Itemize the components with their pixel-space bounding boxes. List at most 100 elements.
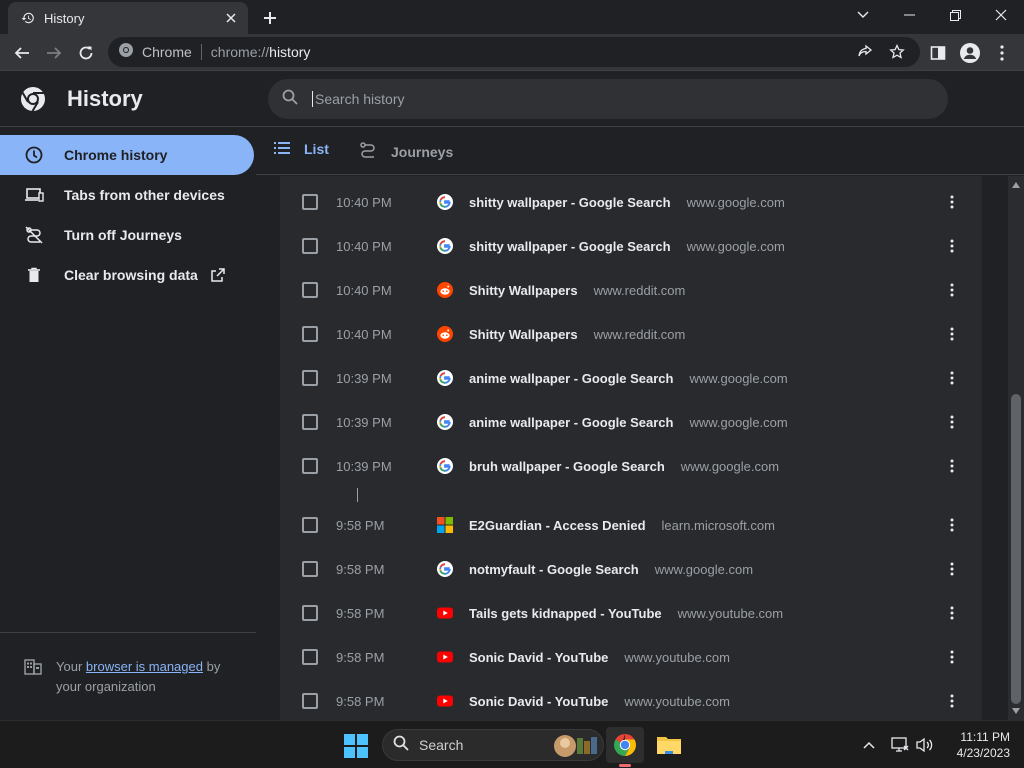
history-entry-link[interactable]: Sonic David - YouTube www.youtube.com <box>469 650 730 665</box>
row-checkbox[interactable] <box>302 282 318 298</box>
tab-search-chevron-icon[interactable] <box>840 0 886 30</box>
history-entry-link[interactable]: Sonic David - YouTube www.youtube.com <box>469 694 730 709</box>
close-tab-icon[interactable] <box>222 9 240 27</box>
row-checkbox[interactable] <box>302 370 318 386</box>
sidebar-item-chrome-history[interactable]: Chrome history <box>0 135 254 175</box>
history-entry-link[interactable]: E2Guardian - Access Denied learn.microsof… <box>469 518 775 533</box>
history-entry-link[interactable]: bruh wallpaper - Google Search www.google… <box>469 459 779 474</box>
new-tab-button[interactable] <box>258 6 282 30</box>
history-row[interactable]: 10:39 PM anime wallpaper - Google Search w… <box>280 400 982 444</box>
history-row[interactable]: 9:58 PM notmyfault - Google Search www.goo… <box>280 547 982 591</box>
row-checkbox[interactable] <box>302 649 318 665</box>
tray-chevron-up-icon[interactable] <box>859 735 879 755</box>
history-row[interactable]: 10:40 PM Shitty Wallpapers www.reddit.com <box>280 312 982 356</box>
entry-domain: www.reddit.com <box>593 326 686 342</box>
row-checkbox[interactable] <box>302 326 318 342</box>
taskbar-chrome-icon[interactable] <box>606 727 644 763</box>
network-icon[interactable] <box>890 735 910 755</box>
entry-domain: www.google.com <box>680 458 780 474</box>
menu-kebab-icon[interactable] <box>988 39 1016 67</box>
history-entry-link[interactable]: shitty wallpaper - Google Search www.goog… <box>469 195 785 210</box>
session-gap-marker <box>357 488 358 502</box>
browser-toolbar: Chrome chrome://history <box>0 34 1024 71</box>
history-entry-link[interactable]: anime wallpaper - Google Search www.googl… <box>469 371 788 386</box>
history-entry-link[interactable]: Shitty Wallpapers www.reddit.com <box>469 283 685 298</box>
browser-tab-history[interactable]: History <box>8 2 248 34</box>
forward-button[interactable] <box>40 39 68 67</box>
windows-start-icon[interactable] <box>344 734 368 763</box>
row-checkbox[interactable] <box>302 414 318 430</box>
restore-button[interactable] <box>932 0 978 30</box>
bookmark-star-icon[interactable] <box>886 41 908 63</box>
history-row[interactable]: 9:58 PM Tails gets kidnapped - YouTube www… <box>280 591 982 635</box>
tab-journeys[interactable]: Journeys <box>359 141 453 162</box>
browser-managed-link[interactable]: browser is managed <box>86 659 203 674</box>
entry-domain: www.google.com <box>689 370 788 386</box>
share-icon[interactable] <box>854 41 876 63</box>
volume-icon[interactable] <box>915 735 935 755</box>
row-checkbox[interactable] <box>302 238 318 254</box>
google-icon <box>437 238 453 254</box>
history-row[interactable]: 9:58 PM Sonic David - YouTube www.youtube.… <box>280 679 982 720</box>
managed-prefix: Your <box>56 659 83 674</box>
more-actions-icon[interactable] <box>942 368 962 388</box>
history-entry-link[interactable]: notmyfault - Google Search www.google.com <box>469 562 753 577</box>
history-entry-link[interactable]: Shitty Wallpapers www.reddit.com <box>469 327 685 342</box>
entry-title: shitty wallpaper - Google Search <box>469 238 671 254</box>
history-row[interactable]: 10:39 PM anime wallpaper - Google Search w… <box>280 356 982 400</box>
row-checkbox[interactable] <box>302 561 318 577</box>
history-entry-link[interactable]: anime wallpaper - Google Search www.googl… <box>469 415 788 430</box>
scrollbar-thumb[interactable] <box>1011 394 1021 704</box>
row-checkbox[interactable] <box>302 458 318 474</box>
page-scrollbar[interactable] <box>1008 176 1024 720</box>
more-actions-icon[interactable] <box>942 456 962 476</box>
back-button[interactable] <box>8 39 36 67</box>
scroll-down-arrow-icon[interactable] <box>1012 708 1020 714</box>
more-actions-icon[interactable] <box>942 236 962 256</box>
file-explorer-icon[interactable] <box>652 729 686 761</box>
history-entry-link[interactable]: shitty wallpaper - Google Search www.goog… <box>469 239 785 254</box>
reddit-icon <box>437 326 453 342</box>
close-window-button[interactable] <box>978 0 1024 30</box>
scroll-up-arrow-icon[interactable] <box>1012 182 1020 188</box>
taskbar-clock[interactable]: 11:11 PM 4/23/2023 <box>944 729 1010 761</box>
tab-list[interactable]: List <box>274 141 329 157</box>
history-entry-link[interactable]: Tails gets kidnapped - YouTube www.youtub… <box>469 606 783 621</box>
more-actions-icon[interactable] <box>942 691 962 711</box>
row-checkbox[interactable] <box>302 693 318 709</box>
history-row[interactable]: 10:40 PM shitty wallpaper - Google Search… <box>280 180 982 224</box>
more-actions-icon[interactable] <box>942 515 962 535</box>
sidebar-item-turn-off-journeys[interactable]: Turn off Journeys <box>0 215 254 255</box>
list-icon <box>274 141 290 157</box>
more-actions-icon[interactable] <box>942 412 962 432</box>
more-actions-icon[interactable] <box>942 192 962 212</box>
more-actions-icon[interactable] <box>942 280 962 300</box>
history-list: 10:40 PM shitty wallpaper - Google Search… <box>280 176 982 720</box>
history-row[interactable]: 10:40 PM shitty wallpaper - Google Search… <box>280 224 982 268</box>
minimize-button[interactable] <box>886 0 932 30</box>
visit-time: 10:40 PM <box>336 282 392 298</box>
sidebar-item-label: Tabs from other devices <box>64 187 225 203</box>
taskbar-search-box[interactable]: Search <box>382 729 604 761</box>
side-panel-icon[interactable] <box>924 39 952 67</box>
profile-avatar-icon[interactable] <box>956 39 984 67</box>
row-checkbox[interactable] <box>302 605 318 621</box>
more-actions-icon[interactable] <box>942 559 962 579</box>
address-bar[interactable]: Chrome chrome://history <box>108 37 920 67</box>
chrome-logo-icon <box>20 86 46 112</box>
entry-domain: www.youtube.com <box>624 649 730 665</box>
row-checkbox[interactable] <box>302 517 318 533</box>
reload-button[interactable] <box>72 39 100 67</box>
search-history-box[interactable] <box>268 79 948 119</box>
history-row[interactable]: 9:58 PM E2Guardian - Access Denied learn.m… <box>280 503 982 547</box>
history-row[interactable]: 10:40 PM Shitty Wallpapers www.reddit.com <box>280 268 982 312</box>
more-actions-icon[interactable] <box>942 647 962 667</box>
search-input[interactable] <box>312 91 912 107</box>
more-actions-icon[interactable] <box>942 603 962 623</box>
sidebar-item-clear-browsing-data[interactable]: Clear browsing data <box>0 255 254 295</box>
history-row[interactable]: 10:39 PM bruh wallpaper - Google Search ww… <box>280 444 982 488</box>
sidebar-item-tabs-other-devices[interactable]: Tabs from other devices <box>0 175 254 215</box>
more-actions-icon[interactable] <box>942 324 962 344</box>
row-checkbox[interactable] <box>302 194 318 210</box>
history-row[interactable]: 9:58 PM Sonic David - YouTube www.youtube.… <box>280 635 982 679</box>
